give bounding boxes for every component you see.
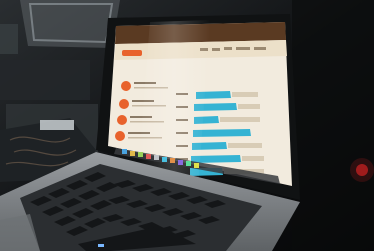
background-monitor [0, 24, 18, 54]
feature-icon [119, 99, 129, 109]
photo-illustration [0, 0, 374, 251]
feature-icon [115, 131, 125, 141]
laptop-photo [0, 0, 374, 251]
background-device [40, 120, 74, 130]
feature-icon [117, 115, 127, 125]
feature-icon [121, 81, 131, 91]
background-desk [0, 60, 90, 100]
indicator-light [98, 244, 104, 247]
site-logo [122, 50, 142, 56]
